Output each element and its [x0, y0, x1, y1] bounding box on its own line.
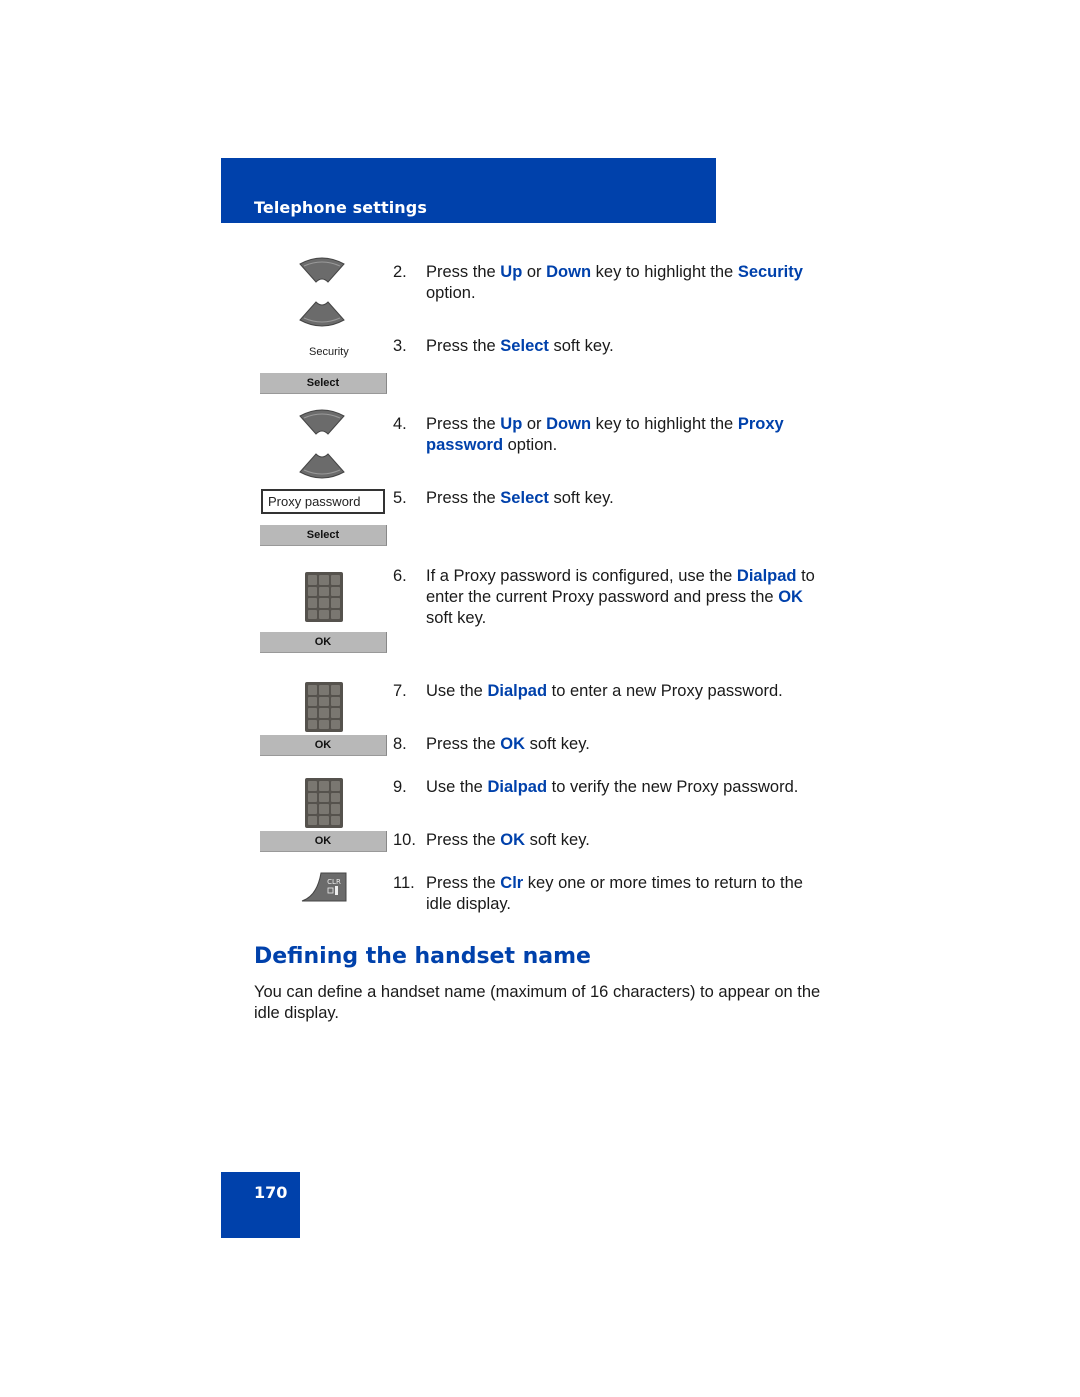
page-number-box: 170	[221, 1172, 300, 1238]
step-text: Use the Dialpad to enter a new Proxy pas…	[426, 682, 783, 700]
step-number: 11.	[393, 874, 415, 892]
step-number: 5.	[393, 489, 407, 507]
step-number: 9.	[393, 778, 407, 796]
step-text: Press the Select soft key.	[426, 337, 614, 355]
ok-softkey[interactable]: OK	[260, 632, 387, 653]
select-softkey[interactable]: Select	[260, 373, 387, 394]
ok-softkey[interactable]: OK	[260, 735, 387, 756]
step-number: 2.	[393, 263, 407, 281]
chapter-header: Telephone settings	[221, 158, 716, 223]
step-number: 10.	[393, 831, 416, 849]
section-body: You can define a handset name (maximum o…	[254, 983, 821, 1022]
up-key-icon	[299, 257, 345, 283]
clr-key-icon: CLR	[301, 872, 347, 902]
dialpad-icon	[305, 572, 343, 622]
screen-proxy-password: Proxy password	[261, 489, 385, 514]
down-key-icon	[299, 301, 345, 327]
step-text: Press the OK soft key.	[426, 831, 590, 849]
section-heading: Defining the handset name	[254, 944, 591, 969]
step-number: 7.	[393, 682, 407, 700]
step-number: 6.	[393, 567, 407, 585]
dialpad-icon	[305, 682, 343, 732]
step-number: 8.	[393, 735, 407, 753]
step-text: Press the OK soft key.	[426, 735, 590, 753]
step-number: 3.	[393, 337, 407, 355]
step-text: If a Proxy password is configured, use t…	[426, 567, 815, 627]
dialpad-icon	[305, 778, 343, 828]
ok-softkey[interactable]: OK	[260, 831, 387, 852]
screen-security-label: Security	[309, 346, 349, 358]
step-text: Press the Up or Down key to highlight th…	[426, 263, 803, 302]
step-text: Press the Clr key one or more times to r…	[426, 874, 803, 913]
clr-key-label: CLR	[327, 878, 341, 886]
step-text: Press the Select soft key.	[426, 489, 614, 507]
page-number: 170	[254, 1183, 288, 1202]
down-key-icon	[299, 453, 345, 479]
chapter-title: Telephone settings	[254, 198, 427, 217]
step-number: 4.	[393, 415, 407, 433]
up-key-icon	[299, 409, 345, 435]
step-text: Press the Up or Down key to highlight th…	[426, 415, 784, 454]
select-softkey[interactable]: Select	[260, 525, 387, 546]
step-text: Use the Dialpad to verify the new Proxy …	[426, 778, 799, 796]
